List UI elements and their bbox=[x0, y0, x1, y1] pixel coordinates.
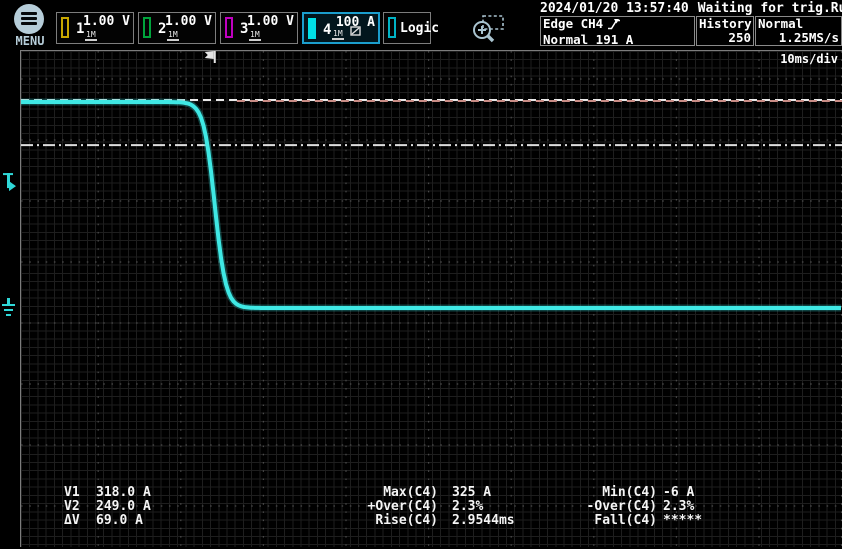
menu-label: MENU bbox=[8, 34, 52, 48]
impedance-icon: 1M bbox=[167, 31, 179, 41]
measure-row: +Over(C4) 2.3% bbox=[358, 500, 515, 514]
sample-rate: 1.25MS/s bbox=[758, 31, 839, 45]
acquisition-box[interactable]: Normal 1.25MS/s bbox=[755, 16, 842, 46]
measure-label: -Over(C4) bbox=[568, 500, 657, 514]
impedance-icon: 1M bbox=[249, 31, 261, 41]
menu-button[interactable]: MENU bbox=[8, 3, 52, 47]
channel-color-bar bbox=[143, 17, 151, 38]
channel-scale-value: 1.00 V bbox=[83, 14, 130, 29]
channel-number: 4 bbox=[323, 22, 331, 38]
channel-2-indicator[interactable]: 21.00 V1M bbox=[138, 12, 216, 44]
timebase-label: 10ms/div bbox=[780, 52, 838, 66]
trigger-status: Waiting for trig. bbox=[698, 1, 831, 16]
logic-color-bar bbox=[388, 17, 396, 38]
left-margin bbox=[0, 48, 20, 549]
rising-edge-icon bbox=[607, 18, 621, 33]
channel-color-bar bbox=[225, 17, 233, 38]
measure-row: Rise(C4) 2.9544ms bbox=[358, 514, 515, 528]
run-status: Running bbox=[831, 1, 842, 16]
measure-row: -Over(C4) 2.3% bbox=[568, 500, 702, 514]
oscilloscope-screen: MENU 11.00 V1M21.00 V1M31.00 V1M4100 A1M… bbox=[0, 0, 842, 549]
measure-label: Max(C4) bbox=[358, 486, 438, 500]
measure-label: V1 bbox=[64, 486, 96, 500]
waveform-graticule bbox=[20, 50, 842, 547]
channel-4-indicator[interactable]: 4100 A1M bbox=[302, 12, 380, 44]
trigger-settings-box[interactable]: Edge CH4 Normal 191 A bbox=[540, 16, 695, 46]
measure-value: 249.0 A bbox=[96, 500, 151, 514]
logic-channel-indicator[interactable]: Logic bbox=[383, 12, 431, 44]
channel-scale-value: 1.00 V bbox=[165, 14, 212, 29]
impedance-icon: 1M bbox=[332, 30, 344, 40]
channel-1-indicator[interactable]: 11.00 V1M bbox=[56, 12, 134, 44]
ground-level-marker[interactable] bbox=[2, 298, 15, 316]
measure-value: 69.0 A bbox=[96, 514, 143, 528]
measure-value: 318.0 A bbox=[96, 486, 151, 500]
trigger-level-marker[interactable] bbox=[3, 173, 16, 191]
hamburger-icon bbox=[14, 4, 44, 34]
logic-label: Logic bbox=[400, 21, 439, 36]
channel-indicators: 11.00 V1M21.00 V1M31.00 V1M4100 A1M bbox=[56, 12, 380, 44]
measure-label: Min(C4) bbox=[568, 486, 657, 500]
measure-value: 2.3% bbox=[452, 500, 483, 514]
history-box[interactable]: History 250 bbox=[696, 16, 754, 46]
measure-value: 325 A bbox=[452, 486, 491, 500]
acquisition-mode: Normal bbox=[758, 17, 839, 31]
measure-column-2: Min(C4) -6 A -Over(C4) 2.3% Fall(C4) ***** bbox=[568, 486, 702, 528]
measure-label: ΔV bbox=[64, 514, 96, 528]
history-count: 250 bbox=[699, 31, 751, 45]
measure-column-1: Max(C4) 325 A +Over(C4) 2.3% Rise(C4) 2.9544m… bbox=[358, 486, 515, 528]
cursor-row: V2249.0 A bbox=[64, 500, 151, 514]
measure-row: Min(C4) -6 A bbox=[568, 486, 702, 500]
measure-value: 2.9544ms bbox=[452, 514, 515, 528]
datetime: 2024/01/20 13:57:40 bbox=[540, 1, 689, 16]
measure-row: Fall(C4) ***** bbox=[568, 514, 702, 528]
trigger-level: Normal 191 A bbox=[543, 33, 692, 47]
probe-icon bbox=[350, 21, 361, 40]
measure-label: Rise(C4) bbox=[358, 514, 438, 528]
status-line: 2024/01/20 13:57:40 Waiting for trig. Ru… bbox=[540, 1, 840, 16]
trigger-position-marker[interactable] bbox=[205, 51, 216, 63]
cursor-row: V1318.0 A bbox=[64, 486, 151, 500]
measure-value: -6 A bbox=[663, 486, 694, 500]
measure-label: Fall(C4) bbox=[568, 514, 657, 528]
impedance-icon: 1M bbox=[85, 31, 97, 41]
measure-row: Max(C4) 325 A bbox=[358, 486, 515, 500]
channel-scale-value: 1.00 V bbox=[247, 14, 294, 29]
measure-label: V2 bbox=[64, 500, 96, 514]
measure-value: ***** bbox=[663, 514, 702, 528]
history-label: History bbox=[699, 17, 751, 31]
measure-value: 2.3% bbox=[663, 500, 694, 514]
zoom-search-icon[interactable] bbox=[470, 13, 506, 45]
measure-label: +Over(C4) bbox=[358, 500, 438, 514]
trigger-mode: Edge CH4 bbox=[543, 17, 692, 33]
cursor-readout: V1318.0 AV2249.0 AΔV69.0 A bbox=[64, 486, 151, 528]
channel-color-bar bbox=[61, 17, 69, 38]
channel-3-indicator[interactable]: 31.00 V1M bbox=[220, 12, 298, 44]
cursor-row: ΔV69.0 A bbox=[64, 514, 151, 528]
ch4-waveform-trace bbox=[21, 102, 841, 308]
channel-color-bar bbox=[308, 18, 316, 39]
